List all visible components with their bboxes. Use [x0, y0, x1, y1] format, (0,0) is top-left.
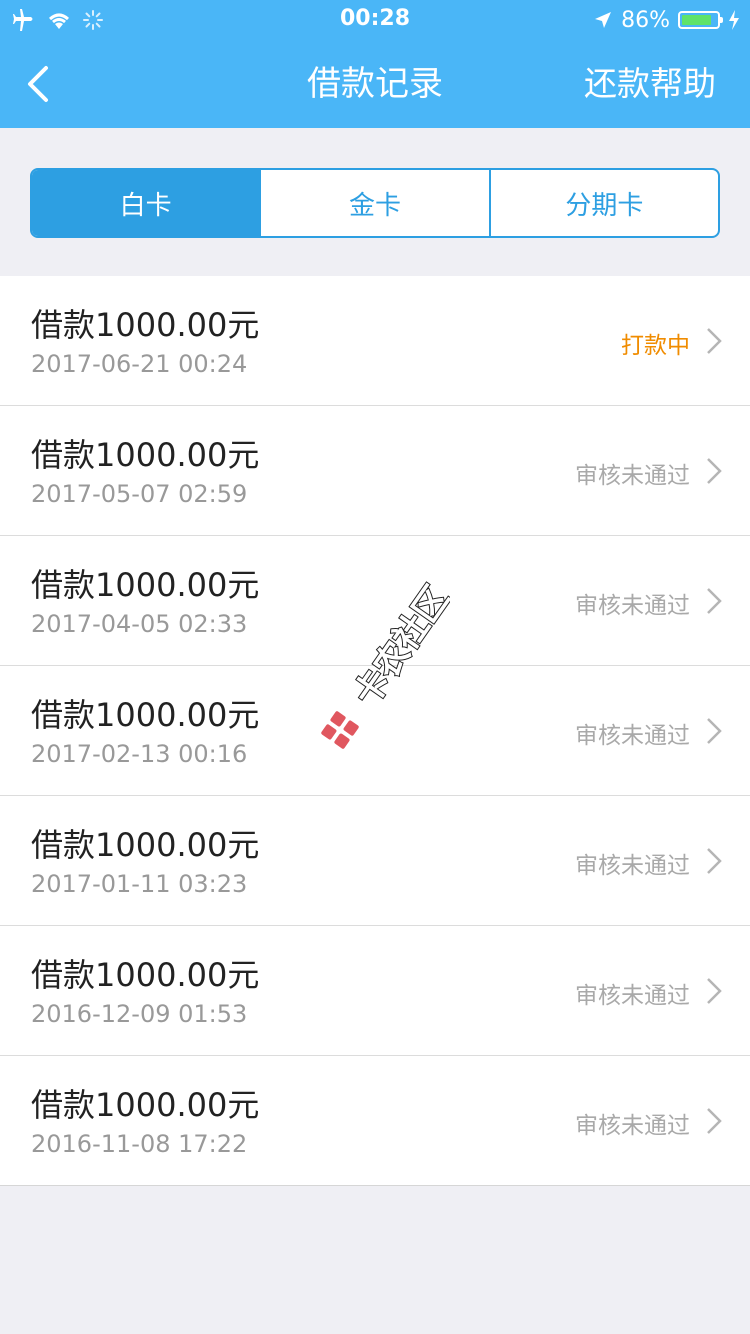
loan-status: 审核未通过 — [575, 1113, 690, 1139]
chevron-right-icon — [707, 848, 722, 874]
loan-status: 审核未通过 — [575, 723, 690, 749]
loan-amount: 借款1000.00元 — [31, 1086, 260, 1124]
tab-white-card[interactable]: 白卡 — [32, 170, 260, 236]
loan-record-row[interactable]: 借款1000.00元 2016-12-09 01:53 审核未通过 — [0, 926, 750, 1056]
battery-icon — [678, 11, 723, 29]
chevron-right-icon — [707, 1108, 722, 1134]
repayment-help-button[interactable]: 还款帮助 — [584, 40, 716, 128]
loan-date: 2017-04-05 02:33 — [31, 610, 248, 638]
nav-bar: 借款记录 还款帮助 — [0, 40, 750, 128]
battery-fill — [682, 15, 712, 25]
loan-status: 审核未通过 — [575, 983, 690, 1009]
charging-bolt-icon — [729, 10, 739, 30]
loan-status: 审核未通过 — [575, 593, 690, 619]
loan-date: 2016-11-08 17:22 — [31, 1130, 248, 1158]
loan-status: 打款中 — [621, 333, 690, 359]
loan-amount: 借款1000.00元 — [31, 566, 260, 604]
card-type-tabs: 白卡 金卡 分期卡 — [30, 168, 720, 238]
battery-percent: 86% — [621, 7, 670, 33]
loan-record-row[interactable]: 借款1000.00元 2016-11-08 17:22 审核未通过 — [0, 1056, 750, 1186]
loan-date: 2017-05-07 02:59 — [31, 480, 248, 508]
watermark-text: 卡农社区 — [347, 580, 450, 713]
chevron-right-icon — [707, 588, 722, 614]
loan-record-row[interactable]: 借款1000.00元 2017-06-21 00:24 打款中 — [0, 276, 750, 406]
loan-date: 2017-02-13 00:16 — [31, 740, 248, 768]
chevron-right-icon — [707, 978, 722, 1004]
loan-amount: 借款1000.00元 — [31, 826, 260, 864]
chevron-right-icon — [707, 458, 722, 484]
loan-date: 2017-06-21 00:24 — [31, 350, 248, 378]
loan-record-row[interactable]: 借款1000.00元 2017-01-11 03:23 审核未通过 — [0, 796, 750, 926]
loan-amount: 借款1000.00元 — [31, 696, 260, 734]
chevron-right-icon — [707, 718, 722, 744]
tab-installment-card[interactable]: 分期卡 — [488, 170, 718, 236]
loan-status: 审核未通过 — [575, 853, 690, 879]
tab-gold-card[interactable]: 金卡 — [259, 170, 488, 236]
loan-amount: 借款1000.00元 — [31, 436, 260, 474]
loan-date: 2016-12-09 01:53 — [31, 1000, 248, 1028]
loan-status: 审核未通过 — [575, 463, 690, 489]
status-bar: 00:28 86% — [0, 0, 750, 40]
chevron-right-icon — [707, 328, 722, 354]
loan-amount: 借款1000.00元 — [31, 956, 260, 994]
status-bar-right: 86% — [593, 6, 740, 34]
watermark-logo: 卡农社区 — [321, 580, 450, 749]
loan-date: 2017-01-11 03:23 — [31, 870, 248, 898]
loan-amount: 借款1000.00元 — [31, 306, 260, 344]
loan-record-row[interactable]: 借款1000.00元 2017-05-07 02:59 审核未通过 — [0, 406, 750, 536]
location-arrow-icon — [595, 12, 612, 28]
